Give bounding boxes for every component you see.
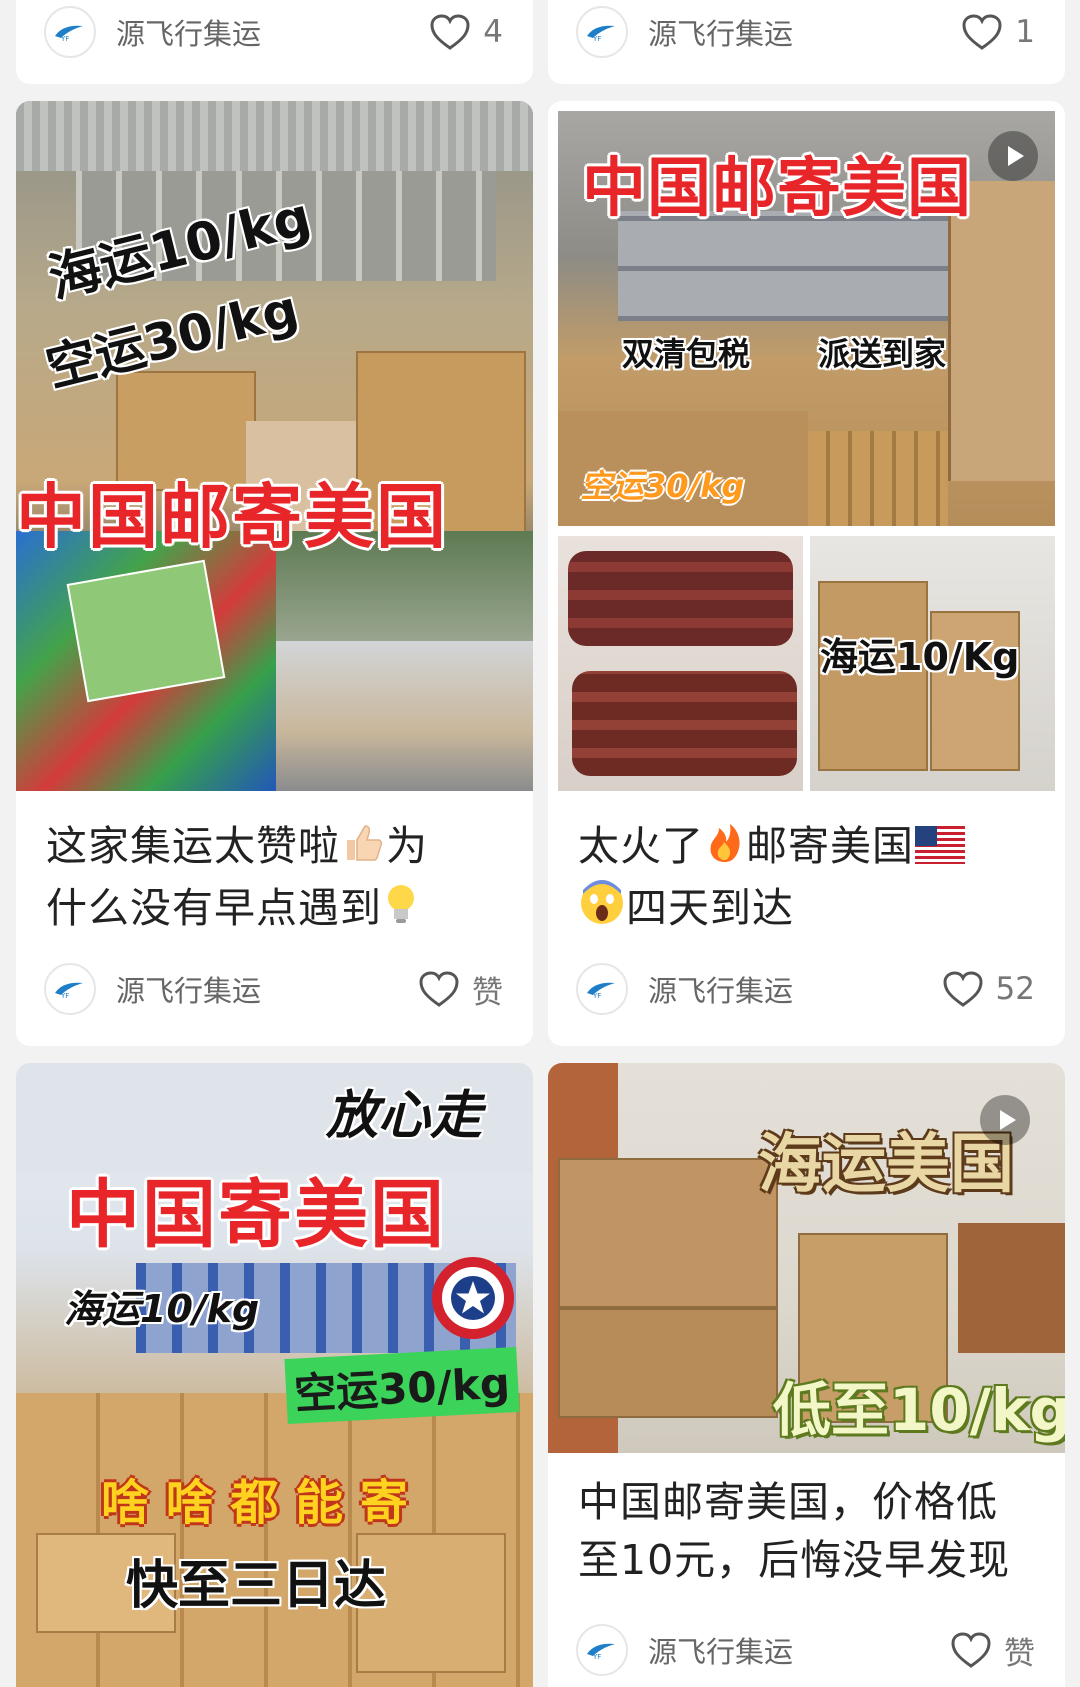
heart-outline-icon <box>962 14 1002 50</box>
post-title[interactable]: 这家集运太赞啦为 什么没有早点遇到 <box>46 817 505 941</box>
author-name[interactable]: 源飞行集运 <box>116 11 429 53</box>
heart-outline-icon <box>430 14 470 50</box>
post-cover-image[interactable]: 中国邮寄美国 双清包税 派送到家 空运30/kg 海运10/Kg <box>558 111 1055 791</box>
author-name[interactable]: 源飞行集运 <box>116 968 418 1010</box>
overlay-fast: 快至三日达 <box>126 1556 387 1616</box>
overlay-tax: 双清包税 <box>622 335 751 373</box>
us-flag-emoji <box>915 821 965 879</box>
overlay-banner: 中国邮寄美国 <box>582 152 972 226</box>
like-count: 赞 <box>472 974 503 1011</box>
overlay-air-price: 空运30/kg <box>580 467 745 505</box>
svg-text:YF: YF <box>592 992 601 999</box>
post-title-line: 这家集运太赞啦 <box>46 822 340 870</box>
heart-outline-icon <box>419 971 459 1007</box>
post-title[interactable]: 中国邮寄美国，价格低 至10元，后悔没早发现 <box>578 1473 1037 1589</box>
post-author-row: YF 源飞行集运 4 <box>16 0 533 64</box>
overlay-banner: 海运美国 <box>758 1128 1014 1202</box>
overlay-go: 放心走 <box>326 1086 483 1146</box>
post-author-row: YF 源飞行集运 1 <box>548 0 1065 64</box>
author-name[interactable]: 源飞行集运 <box>648 1629 950 1671</box>
overlay-air-price: 空运30/kg <box>284 1346 520 1425</box>
post-title[interactable]: 太火了 邮寄美国 四天到达 <box>578 817 1037 941</box>
post-cover-image[interactable]: 放心走 中国寄美国 海运10/kg 空运30/kg 啥 啥 都 能 寄 快至三日… <box>16 1063 533 1687</box>
like-count: 1 <box>1015 14 1035 50</box>
svg-text:YF: YF <box>592 1653 601 1660</box>
overlay-anything: 啥 啥 都 能 寄 <box>101 1475 408 1531</box>
like-button[interactable]: 赞 <box>950 1628 1035 1673</box>
post-title-line: 为 <box>386 822 428 870</box>
post-card[interactable]: 海运10/kg 空运30/kg 中国邮寄美国 这家集运太赞啦为 什么没有早点遇到… <box>16 101 533 1046</box>
overlay-sea-price: 海运10/Kg <box>820 635 1020 679</box>
post-title-line: 太火了 <box>578 822 704 870</box>
post-title-line: 四天到达 <box>626 884 794 932</box>
overlay-banner: 中国邮寄美国 <box>16 476 448 558</box>
post-card[interactable]: YF 源飞行集运 1 <box>548 0 1065 84</box>
like-count: 52 <box>995 971 1035 1007</box>
fire-emoji <box>705 820 745 879</box>
author-name[interactable]: 源飞行集运 <box>648 11 961 53</box>
post-author-row: YF 源飞行集运 赞 <box>548 1618 1065 1682</box>
like-button[interactable]: 4 <box>429 13 503 51</box>
post-title-line: 邮寄美国 <box>746 822 914 870</box>
heart-outline-icon <box>951 1632 991 1668</box>
svg-text:YF: YF <box>592 35 601 42</box>
author-avatar[interactable]: YF <box>576 6 628 58</box>
author-avatar[interactable]: YF <box>44 6 96 58</box>
shield-star-icon <box>430 1255 516 1341</box>
overlay-low-price: 低至10/kg <box>773 1376 1065 1444</box>
post-card[interactable]: YF 源飞行集运 4 <box>16 0 533 84</box>
play-icon[interactable] <box>980 1095 1030 1145</box>
author-avatar[interactable]: YF <box>44 963 96 1015</box>
svg-text:YF: YF <box>60 35 69 42</box>
post-cover-image[interactable]: 海运10/kg 空运30/kg 中国邮寄美国 <box>16 101 533 791</box>
thumbs-up-emoji <box>341 820 385 879</box>
svg-text:YF: YF <box>60 992 69 999</box>
overlay-sea-price: 海运10/kg <box>64 1287 260 1331</box>
post-title-line: 中国邮寄美国，价格低 <box>578 1478 998 1526</box>
post-cover-image[interactable]: 海运美国 低至10/kg <box>548 1063 1065 1453</box>
overlay-banner: 中国寄美国 <box>66 1172 446 1258</box>
post-title-line: 什么没有早点遇到 <box>46 884 382 932</box>
author-avatar[interactable]: YF <box>576 963 628 1015</box>
overlay-home: 派送到家 <box>818 335 947 373</box>
feed-grid: YF 源飞行集运 4 YF 源飞行集运 1 海运10/kg 空运30/kg 中国… <box>0 0 1080 1687</box>
like-count: 4 <box>483 14 503 50</box>
post-card[interactable]: 海运美国 低至10/kg 中国邮寄美国，价格低 至10元，后悔没早发现 YF 源… <box>548 1063 1065 1687</box>
like-button[interactable]: 1 <box>961 13 1035 51</box>
scream-emoji <box>579 880 625 941</box>
like-button[interactable]: 赞 <box>418 967 503 1012</box>
post-author-row: YF 源飞行集运 52 <box>548 957 1065 1021</box>
heart-outline-icon <box>943 971 983 1007</box>
author-avatar[interactable]: YF <box>576 1624 628 1676</box>
like-count: 赞 <box>1004 1635 1035 1672</box>
post-title-line: 至10元，后悔没早发现 <box>578 1536 1011 1584</box>
play-icon[interactable] <box>988 131 1038 181</box>
post-card[interactable]: 中国邮寄美国 双清包税 派送到家 空运30/kg 海运10/Kg 太火了 邮寄美国… <box>548 101 1065 1046</box>
post-card[interactable]: 放心走 中国寄美国 海运10/kg 空运30/kg 啥 啥 都 能 寄 快至三日… <box>16 1063 533 1687</box>
like-button[interactable]: 52 <box>942 970 1035 1008</box>
post-author-row: YF 源飞行集运 赞 <box>16 957 533 1021</box>
author-name[interactable]: 源飞行集运 <box>648 968 942 1010</box>
lightbulb-emoji <box>383 882 419 941</box>
